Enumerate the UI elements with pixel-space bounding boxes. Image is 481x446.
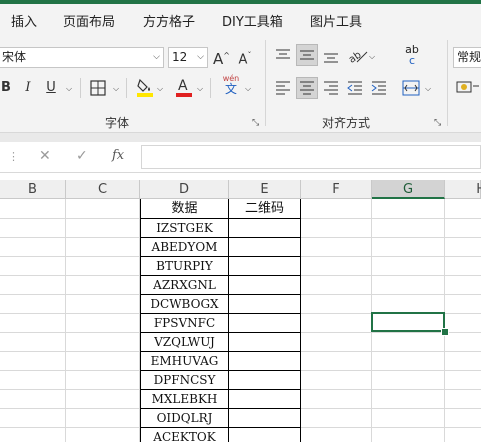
- confirm-icon[interactable]: ✓: [76, 148, 88, 164]
- align-top-icon[interactable]: [274, 47, 292, 65]
- table-border: [228, 199, 229, 442]
- column-header-h-label: H: [476, 182, 481, 197]
- group-separator: [265, 40, 266, 126]
- italic-button[interactable]: I: [22, 78, 34, 98]
- merge-center-icon[interactable]: [402, 80, 420, 96]
- chevron-down-icon[interactable]: ⌵: [425, 84, 431, 94]
- grow-font-button[interactable]: A^: [213, 46, 230, 69]
- chevron-down-icon[interactable]: ⌵: [197, 84, 203, 94]
- table-header-qrcode[interactable]: 二维码: [229, 200, 300, 218]
- active-cell-selection[interactable]: [371, 312, 445, 332]
- svg-text:A: A: [178, 78, 188, 94]
- align-middle-button[interactable]: [296, 44, 318, 66]
- font-size-select[interactable]: 12 ⌵: [168, 47, 208, 68]
- chevron-down-icon[interactable]: ⌵: [369, 52, 375, 62]
- bold-button[interactable]: B: [0, 78, 12, 98]
- ribbon: 宋体 ⌵ 12 ⌵ A^ Aˇ B I U ⌵ ⌵ ⌵ A ⌵ wén 文 ⌵ …: [0, 34, 481, 132]
- wrap-text-bottom: c: [408, 54, 416, 67]
- table-cell[interactable]: IZSTGEK: [141, 219, 228, 237]
- gridline: [65, 199, 66, 442]
- font-name-select[interactable]: 宋体 ⌵: [0, 47, 164, 68]
- table-cell[interactable]: AZRXGNL: [141, 276, 228, 294]
- column-header-h[interactable]: H: [445, 180, 481, 199]
- decrease-indent-icon[interactable]: [346, 79, 364, 97]
- caret-down-icon: ˇ: [247, 51, 252, 60]
- separator: [80, 78, 81, 98]
- column-header-c[interactable]: C: [66, 180, 140, 199]
- underline-button[interactable]: U: [44, 78, 58, 98]
- font-size-value: 12: [172, 50, 188, 64]
- chevron-down-icon[interactable]: ⌵: [245, 84, 251, 94]
- chevron-down-icon[interactable]: ⌵: [157, 84, 163, 94]
- formula-bar: ⋮ ✕ ✓ fx: [0, 142, 481, 173]
- font-color-icon[interactable]: A: [175, 77, 193, 98]
- align-center-button[interactable]: [296, 77, 318, 99]
- chevron-down-icon[interactable]: ⌵: [66, 84, 72, 94]
- align-middle-icon: [300, 50, 314, 60]
- insert-function-icon[interactable]: fx: [112, 148, 124, 163]
- table-cell[interactable]: DCWBOGX: [141, 295, 228, 313]
- tab-diy-toolbox[interactable]: DIY工具箱: [222, 11, 283, 30]
- currency-format-icon[interactable]: [456, 80, 480, 96]
- align-center-icon: [300, 81, 314, 95]
- column-header-g[interactable]: G: [372, 180, 445, 199]
- table-cell[interactable]: EMHUVAG: [141, 352, 228, 370]
- table-header-data[interactable]: 数据: [141, 200, 228, 218]
- grow-font-label: A: [213, 50, 224, 68]
- caret-up-icon: ^: [223, 51, 230, 60]
- ribbon-tabs: 插入 页面布局 方方格子 DIY工具箱 图片工具: [0, 4, 481, 34]
- fill-handle[interactable]: [441, 328, 449, 336]
- phonetic-guide-button[interactable]: wén 文: [220, 74, 242, 96]
- separator: [126, 78, 127, 98]
- column-header-b[interactable]: B: [0, 180, 66, 199]
- table-cell[interactable]: OIDQLRJ: [141, 409, 228, 427]
- formula-input[interactable]: [141, 145, 481, 169]
- number-format-select[interactable]: 常规: [453, 47, 481, 68]
- table-cell[interactable]: ACEKTOK: [141, 428, 228, 446]
- phonetic-bottom: 文: [224, 82, 237, 96]
- font-name-value: 宋体: [2, 50, 27, 64]
- number-format-value: 常规: [457, 50, 481, 64]
- worksheet-grid[interactable]: B C D E F G H 数据 二维码 IZSTGEK ABEDYOM BTU…: [0, 180, 481, 444]
- chevron-down-icon[interactable]: ⌵: [113, 84, 119, 94]
- separator: [210, 78, 211, 98]
- font-group-label: 字体: [105, 116, 130, 130]
- table-cell[interactable]: VZQLWUJ: [141, 333, 228, 351]
- align-left-icon[interactable]: [274, 79, 292, 97]
- table-cell[interactable]: FPSVNFC: [141, 314, 228, 332]
- chevron-down-icon: ⌵: [153, 52, 160, 62]
- cancel-icon[interactable]: ✕: [39, 148, 51, 164]
- table-cell[interactable]: BTURPIY: [141, 257, 228, 275]
- fill-color-icon[interactable]: [136, 78, 154, 98]
- shrink-font-button[interactable]: Aˇ: [237, 46, 253, 70]
- alignment-group-label: 对齐方式: [322, 116, 371, 130]
- increase-indent-icon[interactable]: [370, 79, 388, 97]
- tab-picture-tools[interactable]: 图片工具: [310, 11, 362, 30]
- align-bottom-icon[interactable]: [322, 47, 340, 65]
- column-header-f[interactable]: F: [301, 180, 372, 199]
- borders-icon[interactable]: [90, 80, 106, 96]
- tab-insert[interactable]: 插入: [11, 11, 37, 30]
- orientation-icon[interactable]: ab: [347, 46, 369, 66]
- font-dialog-launcher-icon[interactable]: ⤡: [252, 118, 259, 128]
- table-cell[interactable]: DPFNCSY: [141, 371, 228, 389]
- alignment-dialog-launcher-icon[interactable]: ⤡: [434, 118, 441, 128]
- column-header-d[interactable]: D: [140, 180, 229, 199]
- tab-fangfang-gezi[interactable]: 方方格子: [143, 11, 195, 30]
- chevron-down-icon: ⌵: [197, 52, 204, 62]
- table-cell[interactable]: ABEDYOM: [141, 238, 228, 256]
- table-border: [300, 199, 301, 442]
- drag-handle-icon[interactable]: ⋮: [8, 150, 19, 163]
- column-header-e[interactable]: E: [229, 180, 301, 199]
- tab-page-layout[interactable]: 页面布局: [63, 11, 115, 30]
- wrap-text-button[interactable]: ab c: [402, 44, 422, 66]
- align-right-icon[interactable]: [322, 79, 340, 97]
- table-cell[interactable]: MXLEBKH: [141, 390, 228, 408]
- group-separator: [447, 40, 448, 126]
